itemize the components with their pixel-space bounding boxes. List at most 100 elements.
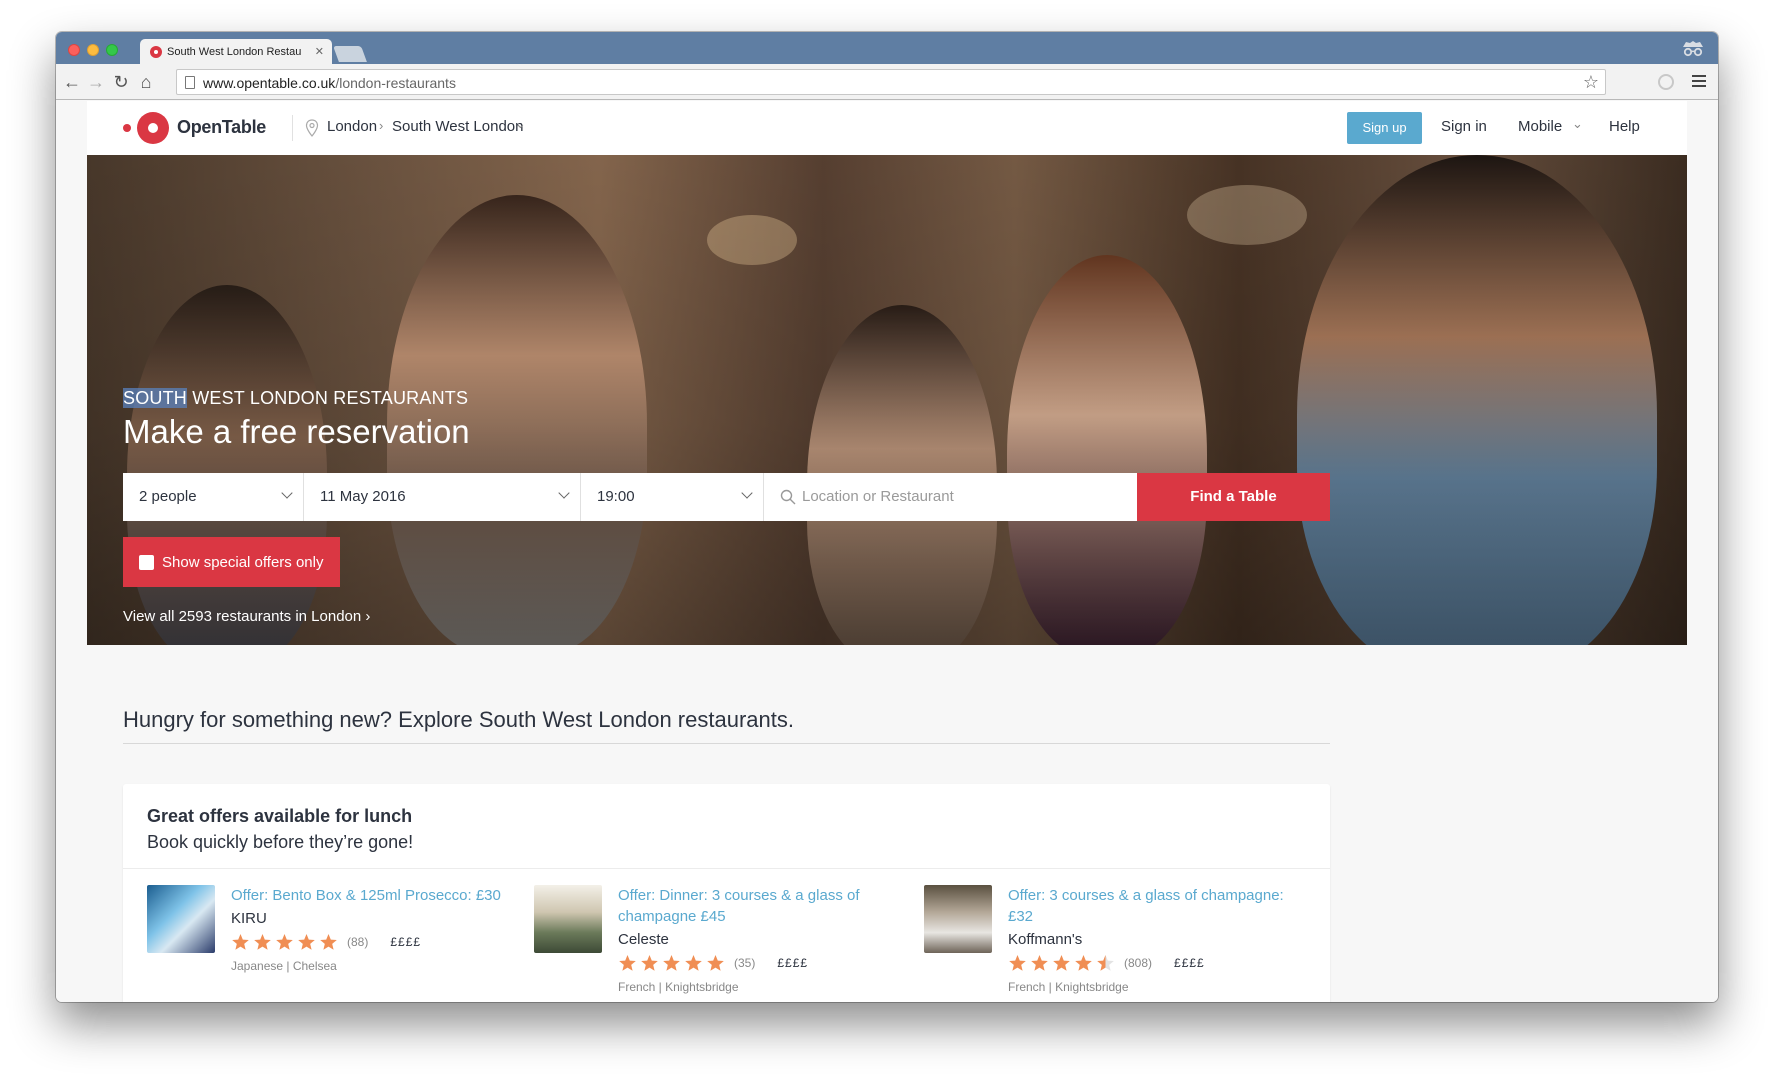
extension-icon[interactable] — [1656, 72, 1676, 92]
star-rating — [231, 933, 341, 951]
offers-card-subtitle: Book quickly before they’re gone! — [147, 832, 414, 852]
restaurant-thumbnail[interactable] — [924, 885, 992, 953]
date-picker[interactable]: 11 May 2016 — [304, 473, 581, 521]
star-icon — [707, 955, 724, 971]
review-count[interactable]: (808) — [1124, 956, 1152, 970]
header-divider — [292, 115, 293, 141]
star-icon — [1053, 955, 1070, 971]
star-rating — [1008, 954, 1118, 972]
opentable-favicon-icon — [150, 45, 162, 58]
time-select[interactable]: 19:00 — [581, 473, 764, 521]
find-a-table-button[interactable]: Find a Table — [1137, 473, 1330, 521]
offer-link[interactable]: Offer: 3 courses & a glass of champagne:… — [1008, 885, 1298, 927]
url-path: /london-restaurants — [335, 75, 456, 91]
star-icon — [663, 955, 680, 971]
review-count[interactable]: (35) — [734, 956, 755, 970]
price-band: ££££ — [390, 935, 422, 949]
page-info-icon[interactable] — [185, 76, 195, 89]
date-value: 11 May 2016 — [320, 488, 406, 505]
star-icon — [320, 934, 337, 950]
address-bar[interactable]: www.opentable.co.uk/london-restaurants ☆ — [176, 69, 1606, 95]
review-count[interactable]: (88) — [347, 935, 368, 949]
party-size-value: 2 people — [139, 488, 197, 505]
star-rating — [618, 954, 728, 972]
offers-toggle-label: Show special offers only — [162, 553, 324, 571]
cuisine-location: Japanese | Chelsea — [231, 959, 337, 973]
chevron-down-icon — [281, 487, 293, 499]
special-offers-toggle[interactable]: Show special offers only — [123, 537, 340, 587]
page: OpenTable London › South West London ⌄ S… — [56, 101, 1718, 1002]
tab-title: South West London Restau — [167, 45, 302, 58]
star-icon — [276, 934, 293, 950]
hero-title: Make a free reservation — [123, 413, 470, 450]
chevron-down-icon[interactable]: ⌄ — [1572, 116, 1583, 132]
browser-tab[interactable]: South West London Restau ✕ — [140, 39, 332, 64]
divider — [123, 743, 1330, 744]
cuisine-location: French | Knightsbridge — [618, 980, 739, 994]
location-search — [764, 473, 1137, 521]
window-close-button[interactable] — [68, 44, 80, 56]
reload-icon[interactable]: ↻ — [111, 72, 131, 92]
offer-link[interactable]: Offer: Bento Box & 125ml Prosecco: £30 — [231, 885, 521, 906]
star-icon — [1031, 955, 1048, 971]
logo-text[interactable]: OpenTable — [177, 117, 266, 138]
breadcrumb-region[interactable]: South West London — [392, 118, 523, 135]
mobile-menu[interactable]: Mobile — [1518, 118, 1562, 135]
price-band: ££££ — [1174, 956, 1205, 970]
star-icon — [1009, 955, 1026, 971]
offers-card-title: Great offers available for lunch — [147, 806, 413, 826]
tab-strip: South West London Restau ✕ — [56, 32, 1718, 64]
window-minimize-button[interactable] — [87, 44, 99, 56]
view-all-label: View all 2593 restaurants in London — [123, 608, 362, 625]
chevron-down-icon — [558, 487, 570, 499]
star-icon — [1075, 955, 1092, 971]
site-header: OpenTable London › South West London ⌄ S… — [87, 101, 1687, 155]
incognito-icon — [1683, 41, 1703, 57]
star-icon — [254, 934, 271, 950]
hero-kicker-selected: SOUTH — [123, 388, 187, 408]
back-icon[interactable]: ← — [62, 72, 82, 92]
tab-close-icon[interactable]: ✕ — [315, 45, 324, 58]
chevron-right-icon: › — [365, 608, 371, 625]
sign-up-button[interactable]: Sign up — [1347, 112, 1422, 144]
restaurant-thumbnail[interactable] — [534, 885, 602, 953]
offer-link[interactable]: Offer: Dinner: 3 courses & a glass of ch… — [618, 885, 908, 927]
reservation-search-bar: 2 people 11 May 2016 19:00 Location or R… — [123, 473, 1330, 521]
browser-window: South West London Restau ✕ ← → ↻ ⌂ www.o… — [56, 32, 1718, 1002]
restaurant-thumbnail[interactable] — [147, 885, 215, 953]
hero-kicker: SOUTH WEST LONDON RESTAURANTS — [123, 388, 468, 409]
forward-icon[interactable]: → — [86, 72, 106, 92]
home-icon[interactable]: ⌂ — [136, 72, 156, 92]
star-icon — [685, 955, 702, 971]
breadcrumb-london[interactable]: London — [327, 118, 377, 135]
restaurant-name[interactable]: Koffmann's — [1008, 931, 1298, 948]
restaurant-name[interactable]: Celeste — [618, 931, 908, 948]
location-search-input[interactable] — [802, 488, 1122, 505]
star-icon — [1097, 955, 1114, 971]
view-all-restaurants-link[interactable]: View all 2593 restaurants in London › — [123, 608, 370, 625]
star-icon — [232, 934, 249, 950]
restaurant-name[interactable]: KIRU — [231, 910, 521, 927]
logo-dot-icon — [123, 124, 131, 132]
chevron-right-icon: › — [379, 118, 384, 133]
star-icon — [298, 934, 315, 950]
explore-heading: Hungry for something new? Explore South … — [123, 707, 794, 732]
chevron-down-icon[interactable]: ⌄ — [515, 116, 526, 132]
browser-toolbar: ← → ↻ ⌂ www.opentable.co.uk/london-resta… — [56, 64, 1718, 100]
chevron-down-icon — [741, 487, 753, 499]
divider — [123, 868, 1330, 869]
help-link[interactable]: Help — [1609, 118, 1640, 135]
window-maximize-button[interactable] — [106, 44, 118, 56]
star-icon — [619, 955, 636, 971]
bookmark-star-icon[interactable]: ☆ — [1583, 72, 1599, 93]
location-pin-icon — [305, 119, 319, 137]
new-tab-button[interactable] — [333, 46, 367, 62]
menu-icon[interactable] — [1692, 75, 1706, 87]
lunch-offers-card: Great offers available for lunch Book qu… — [123, 784, 1330, 1002]
sign-in-link[interactable]: Sign in — [1441, 118, 1487, 135]
party-size-select[interactable]: 2 people — [123, 473, 304, 521]
url-host: www.opentable.co.uk — [203, 75, 336, 91]
price-band: ££££ — [777, 956, 809, 970]
opentable-logo-icon[interactable] — [137, 112, 169, 144]
offers-checkbox[interactable] — [139, 554, 154, 570]
